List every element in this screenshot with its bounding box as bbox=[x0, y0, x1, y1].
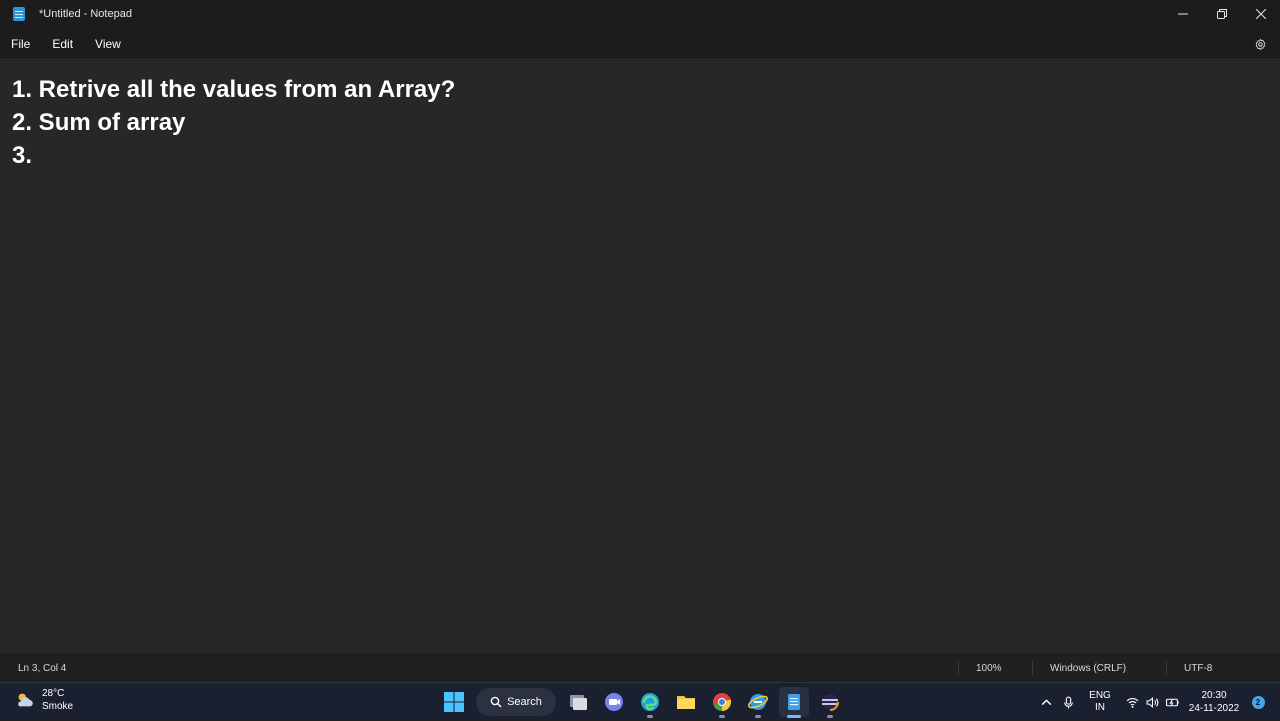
teams-chat-button[interactable] bbox=[599, 687, 629, 717]
restore-button[interactable] bbox=[1202, 0, 1241, 28]
taskbar-search-button[interactable]: Search bbox=[476, 688, 556, 716]
teams-chat-icon bbox=[605, 693, 623, 711]
minimize-icon bbox=[1177, 13, 1188, 15]
wifi-icon bbox=[1126, 697, 1138, 708]
taskbar: 28°C Smoke Search ENG IN 20:30 24-11-202… bbox=[0, 682, 1280, 720]
edge-browser-icon bbox=[641, 693, 659, 711]
menu-edit[interactable]: Edit bbox=[41, 30, 84, 58]
editor-line: 2. Sum of array bbox=[12, 109, 186, 136]
chrome-icon bbox=[713, 693, 731, 711]
vertical-scrollbar[interactable] bbox=[1274, 61, 1280, 653]
window-controls bbox=[1163, 0, 1280, 28]
battery-charging-icon bbox=[1165, 698, 1179, 706]
search-icon bbox=[490, 696, 502, 708]
region-code: IN bbox=[1095, 702, 1105, 713]
internet-explorer-icon bbox=[747, 694, 769, 710]
editor-line: 3. bbox=[12, 142, 39, 169]
weather-condition: Smoke bbox=[42, 701, 74, 712]
start-button[interactable] bbox=[439, 687, 469, 717]
notification-count-badge: 2 bbox=[1251, 695, 1265, 709]
status-divider bbox=[958, 661, 959, 675]
status-divider bbox=[1166, 661, 1167, 675]
clock-date: 24-11-2022 bbox=[1188, 703, 1240, 714]
speaker-icon bbox=[1146, 696, 1158, 708]
eclipse-button[interactable] bbox=[815, 687, 845, 718]
task-view-icon bbox=[570, 695, 587, 710]
notepad-app-icon bbox=[13, 7, 25, 21]
running-indicator bbox=[719, 715, 725, 718]
cloudy-sun-icon bbox=[18, 693, 33, 707]
clock-time: 20:30 bbox=[1201, 690, 1227, 701]
file-explorer-icon bbox=[677, 696, 695, 709]
status-bar: Ln 3, Col 4 100% Windows (CRLF) UTF-8 bbox=[0, 655, 1280, 682]
running-indicator bbox=[647, 715, 653, 718]
close-button[interactable] bbox=[1241, 0, 1280, 28]
chrome-button[interactable] bbox=[707, 687, 737, 718]
menu-bar: File Edit View bbox=[0, 28, 1280, 60]
running-indicator bbox=[827, 715, 833, 718]
settings-button[interactable] bbox=[1248, 32, 1272, 56]
status-divider bbox=[1032, 661, 1033, 675]
notification-center-button[interactable]: 2 bbox=[1250, 683, 1266, 721]
running-indicator bbox=[755, 715, 761, 718]
line-ending: Windows (CRLF) bbox=[1050, 663, 1127, 674]
eclipse-icon bbox=[822, 694, 839, 711]
close-icon bbox=[1255, 9, 1266, 19]
minimize-button[interactable] bbox=[1163, 0, 1202, 28]
title-bar[interactable]: *Untitled - Notepad bbox=[0, 0, 1280, 28]
internet-explorer-button[interactable] bbox=[743, 687, 773, 718]
notepad-taskbar-button[interactable] bbox=[779, 687, 809, 718]
show-hidden-icons-button[interactable] bbox=[1036, 683, 1056, 721]
language-code: ENG bbox=[1089, 690, 1111, 701]
notepad-window: *Untitled - Notepad File Edit View 1. Re… bbox=[0, 0, 1280, 682]
text-editor-area[interactable]: 1. Retrive all the values from an Array?… bbox=[0, 61, 1280, 653]
gear-icon bbox=[1255, 38, 1265, 50]
notepad-icon bbox=[788, 694, 800, 710]
windows-start-icon bbox=[444, 692, 464, 712]
taskbar-apps: Search bbox=[436, 686, 848, 718]
microphone-icon bbox=[1063, 696, 1073, 708]
editor-line: 1. Retrive all the values from an Array? bbox=[12, 76, 456, 103]
volume-status[interactable] bbox=[1142, 683, 1162, 721]
weather-widget[interactable]: 28°C Smoke bbox=[14, 687, 73, 713]
edge-browser-button[interactable] bbox=[635, 687, 665, 718]
menu-file[interactable]: File bbox=[0, 30, 41, 58]
language-indicator[interactable]: ENG IN bbox=[1080, 683, 1120, 721]
microphone-button[interactable] bbox=[1058, 683, 1078, 721]
cursor-position: Ln 3, Col 4 bbox=[18, 663, 67, 674]
task-view-button[interactable] bbox=[563, 687, 593, 717]
window-title: *Untitled - Notepad bbox=[39, 8, 132, 20]
file-explorer-button[interactable] bbox=[671, 687, 701, 717]
active-indicator bbox=[787, 715, 801, 718]
chevron-up-icon bbox=[1041, 698, 1051, 705]
weather-temperature: 28°C bbox=[42, 688, 65, 699]
battery-status[interactable] bbox=[1162, 683, 1182, 721]
restore-icon bbox=[1216, 9, 1227, 19]
search-label: Search bbox=[507, 696, 542, 708]
zoom-level: 100% bbox=[976, 663, 1002, 674]
clock[interactable]: 20:30 24-11-2022 bbox=[1186, 683, 1242, 721]
encoding: UTF-8 bbox=[1184, 663, 1213, 674]
wifi-status[interactable] bbox=[1122, 683, 1142, 721]
menu-view[interactable]: View bbox=[84, 30, 132, 58]
